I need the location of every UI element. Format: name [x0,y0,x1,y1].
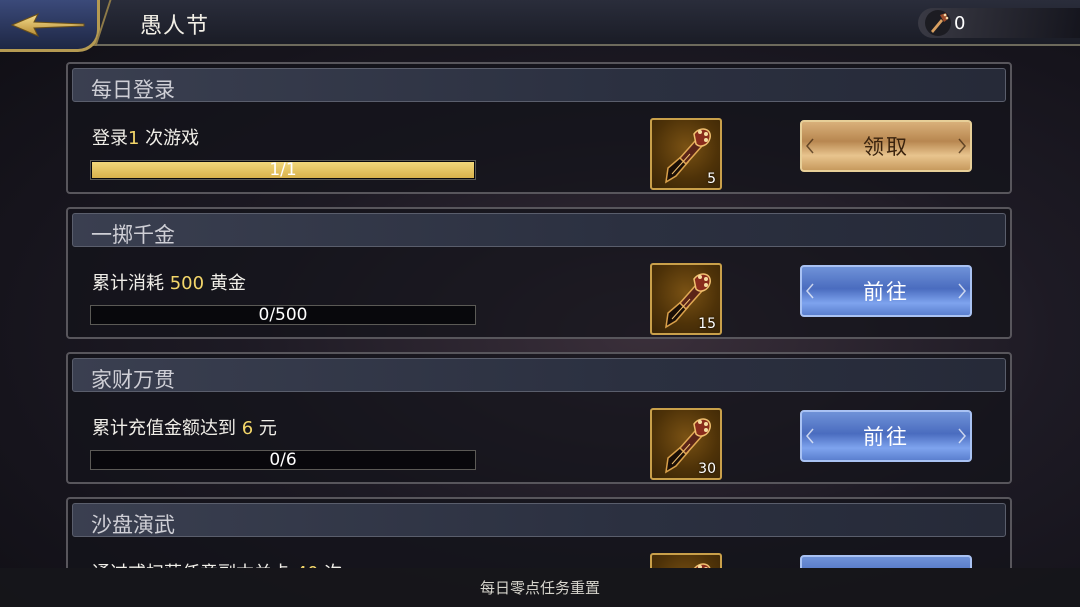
back-button[interactable] [0,0,100,52]
currency-value: 0 [954,13,966,34]
task-header: 一掷千金 [72,213,1006,247]
guitar-token-icon [925,10,951,36]
guitar-token-icon [693,563,711,568]
task-description-post: 黄金 [204,273,246,294]
footer-bar: 每日零点任务重置 [0,568,1080,607]
go-button[interactable]: 前往 [800,555,972,568]
task-card-2: 一掷千金 累计消耗 500 黄金 0/500 15 前往 [66,207,1012,339]
currency-display: 0 [918,8,1080,38]
chevron-right-icon [958,138,966,154]
reward-count: 5 [707,171,716,187]
task-card-1: 每日登录 登录1 次游戏 1/1 5 领取 [66,62,1012,194]
back-arrow-icon [10,13,85,37]
action-button-label: 前往 [863,425,909,449]
action-button-label: 前往 [863,280,909,304]
reward-item[interactable]: 15 [650,263,722,335]
task-header: 沙盘演武 [72,503,1006,537]
task-title: 每日登录 [91,78,175,102]
reward-item[interactable]: 30 [650,408,722,480]
claim-button[interactable]: 领取 [800,120,972,172]
task-description-post: 次游戏 [139,128,200,149]
task-description-pre: 累计消耗 [92,273,170,294]
task-description-post: 元 [253,418,277,439]
task-description: 登录1 次游戏 [92,124,199,150]
progress-bar: 1/1 [90,160,476,180]
task-card-3: 家财万贯 累计充值金额达到 6 元 0/6 30 前往 [66,352,1012,484]
task-description-pre: 登录 [92,128,128,149]
reset-notice: 每日零点任务重置 [479,579,600,597]
task-header: 家财万贯 [72,358,1006,392]
chevron-right-icon [958,428,966,444]
task-title: 沙盘演武 [91,513,175,537]
task-description: 通过或扫荡任意副本关卡 40 次 [92,559,342,568]
task-list[interactable]: 每日登录 登录1 次游戏 1/1 5 领取 一掷千金 累计消耗 500 黄金 0… [66,62,1012,568]
task-target-value: 1 [128,128,140,149]
action-button-label: 领取 [863,135,909,159]
task-target-value: 500 [169,273,205,294]
task-target-value: 6 [241,418,254,439]
chevron-right-icon [958,283,966,299]
reward-count: 30 [698,461,716,477]
task-description-pre: 累计充值金额达到 [92,418,242,439]
progress-label: 1/1 [269,160,297,180]
task-description: 累计充值金额达到 6 元 [92,414,277,440]
chevron-left-icon [806,428,814,444]
progress-label: 0/6 [269,450,297,470]
task-title: 一掷千金 [91,223,175,247]
reward-item[interactable]: 5 [650,118,722,190]
chevron-left-icon [806,283,814,299]
go-button[interactable]: 前往 [800,265,972,317]
guitar-token-icon [665,128,711,184]
go-button[interactable]: 前往 [800,410,972,462]
progress-label: 0/500 [258,305,308,325]
task-header: 每日登录 [72,68,1006,102]
reward-count: 15 [698,316,716,332]
reward-item[interactable] [650,553,722,568]
task-card-4: 沙盘演武 通过或扫荡任意副本关卡 40 次 0/40 前往 [66,497,1012,568]
progress-bar: 0/500 [90,305,476,325]
page-title: 愚人节 [140,14,210,39]
progress-bar: 0/6 [90,450,476,470]
top-bar: 愚人节 0 [0,0,1080,52]
task-title: 家财万贯 [91,368,175,392]
task-description: 累计消耗 500 黄金 [92,269,246,295]
chevron-left-icon [806,138,814,154]
